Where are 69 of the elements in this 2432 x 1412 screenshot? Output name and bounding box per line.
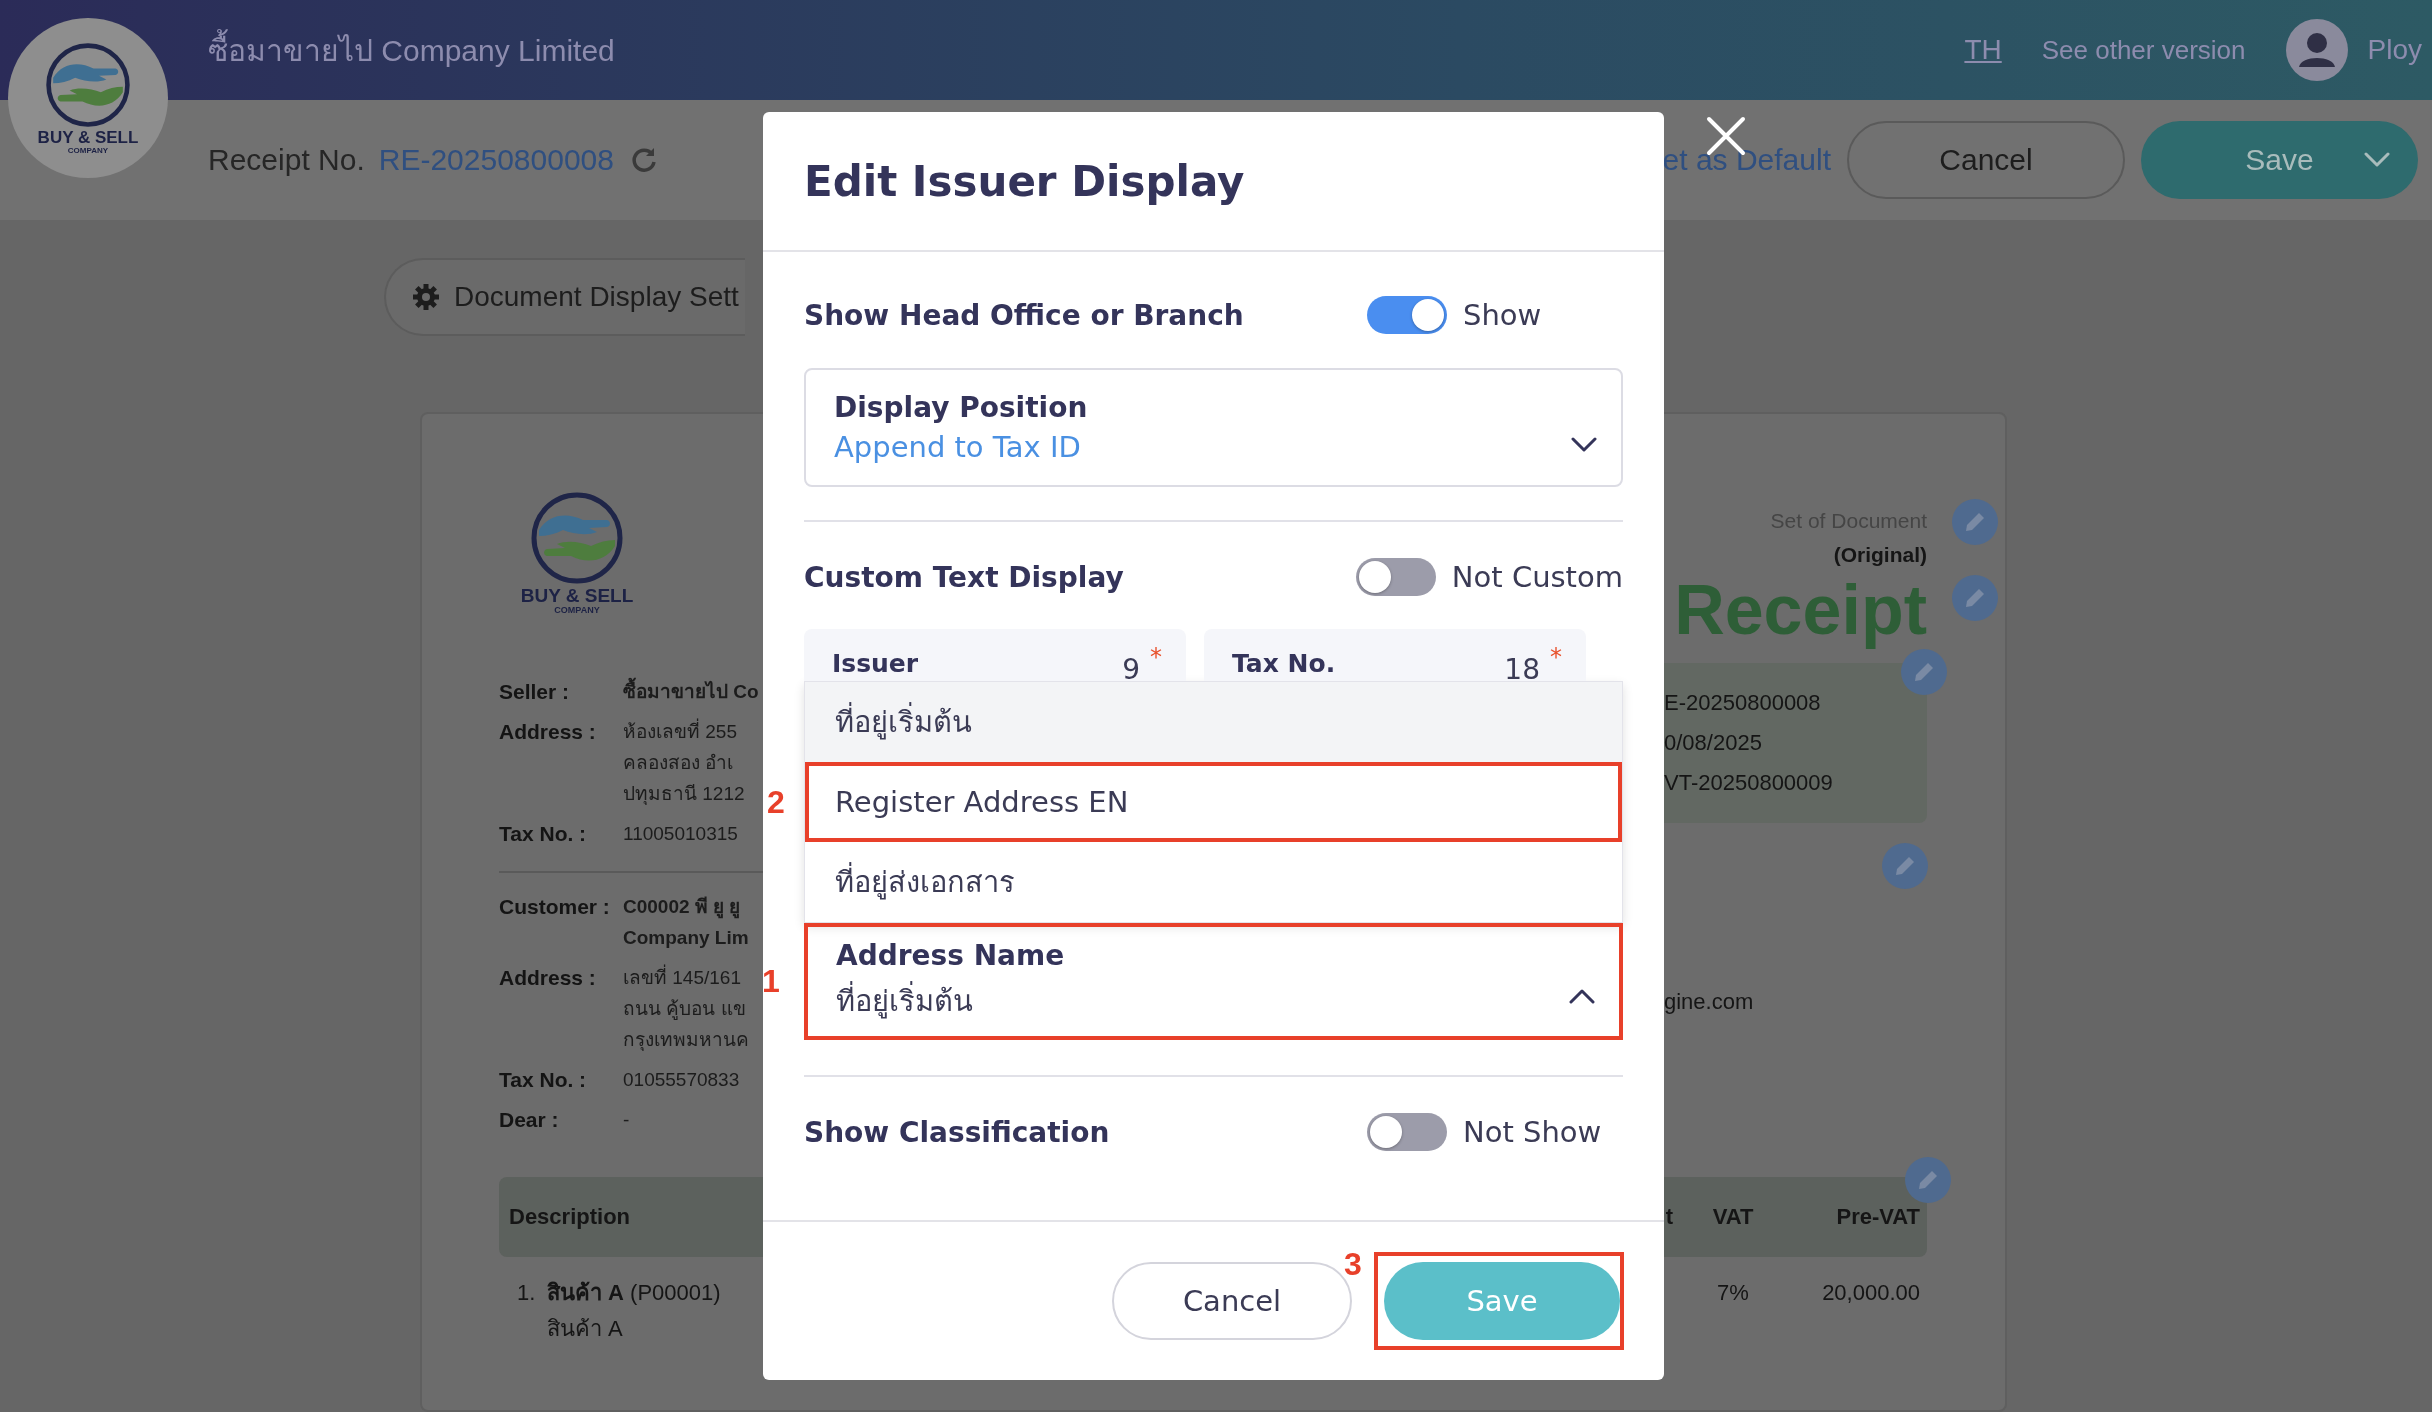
toggle-switch[interactable] [1367, 296, 1447, 334]
field-value: คลองสอง อำเ [623, 750, 734, 775]
receipt-number: RE-20250800008 [378, 143, 614, 177]
edit-pencil-icon[interactable] [1901, 649, 1947, 695]
logo-text: BUY & SELL [37, 128, 139, 146]
table-cell-text: 7% [1716, 1278, 1750, 1307]
edit-pencil-icon[interactable] [1905, 1157, 1951, 1203]
field-label: Seller : [499, 678, 571, 705]
logo-text: COMPANY [67, 145, 109, 156]
column-header: VAT [1711, 1203, 1755, 1230]
chevron-up-icon [1569, 988, 1595, 1004]
setting-label: Custom Text Display [804, 560, 1125, 594]
column-header: t [1664, 1203, 1673, 1230]
dropdown-option[interactable]: ที่อยู่เริ่มต้น [805, 682, 1622, 762]
field-value: เลขที่ 145/161 [623, 963, 741, 990]
item-name: สินค้า A (P00001) [547, 1278, 721, 1307]
edit-pencil-icon[interactable] [1952, 575, 1998, 621]
annotation-number: 1 [762, 963, 780, 1000]
text-field[interactable]: Issuer 9 * [804, 629, 1186, 681]
setting-label: Show Head Office or Branch [804, 298, 1245, 332]
edit-pencil-icon[interactable] [1952, 499, 1998, 545]
refresh-icon[interactable] [629, 146, 658, 174]
dialog-title: Edit Issuer Display [804, 156, 1245, 206]
receipt-label: Receipt No. [208, 143, 365, 177]
avatar-icon[interactable] [2285, 19, 2348, 81]
column-header: Pre-VAT [1835, 1203, 1920, 1230]
item-detail: สินค้า A [547, 1314, 623, 1343]
field-label: Address : [499, 718, 597, 745]
edit-pencil-icon[interactable] [1882, 843, 1928, 889]
info-value: 0/08/2025 [1664, 729, 1763, 757]
info-value: VT-20250800009 [1664, 769, 1834, 797]
row-number: 1. [517, 1278, 536, 1307]
table-cell-text: 20,000.00 [1821, 1278, 1920, 1307]
field-value: ปทุมธานี 1212 [623, 781, 745, 807]
logo-text: COMPANY [554, 605, 600, 616]
gear-icon [412, 283, 440, 311]
info-value: E-20250800008 [1664, 689, 1822, 717]
field-value: - [623, 1107, 630, 1132]
toggle-switch[interactable] [1367, 1113, 1447, 1151]
field-value: C00002 พี ยู ยู [623, 894, 741, 921]
field-value: ถนน คู้บอน แข [623, 996, 746, 1022]
toggle-switch[interactable] [1355, 558, 1436, 596]
field-value: 11005010315 [623, 821, 738, 846]
display-position-select[interactable]: Display Position Append to Tax ID [804, 368, 1623, 487]
company-name: ซื้อมาขายไป Company Limited [208, 26, 615, 74]
chevron-down-icon [2364, 152, 2390, 168]
chevron-down-icon [1571, 437, 1597, 453]
setting-label: Show Classification [804, 1115, 1111, 1149]
copy-type: (Original) [1833, 543, 1927, 567]
dropdown-option[interactable]: ที่อยู่ส่งเอกสาร [805, 842, 1622, 922]
field-value: ห้องเลขที่ 255 [623, 717, 737, 744]
user-name: Ploy [2367, 34, 2422, 66]
field-label: Customer : [499, 893, 611, 920]
toggle-state-text: Not Show [1463, 1115, 1603, 1149]
logo-text: BUY & SELL [520, 586, 634, 605]
field-label: Dear : [499, 1106, 560, 1133]
toggle-state-text: Not Custom [1451, 560, 1623, 594]
field-value: กรุงเทพมหานค [623, 1027, 749, 1053]
email-text: gine.com [1664, 989, 1754, 1015]
field-label: Tax No. : [499, 1066, 588, 1093]
field-value: 01055570833 [623, 1067, 740, 1092]
column-header: Description [509, 1203, 632, 1230]
text-field[interactable]: Tax No. 18 * [1204, 629, 1586, 681]
annotation-number: 2 [767, 783, 785, 821]
field-label: Tax No. : [499, 820, 588, 847]
field-value: ซื้อมาขายไป Co [623, 675, 759, 707]
field-value: Company Lim [623, 925, 749, 950]
field-label: Address : [499, 964, 597, 991]
toggle-state-text: Show [1463, 298, 1543, 332]
